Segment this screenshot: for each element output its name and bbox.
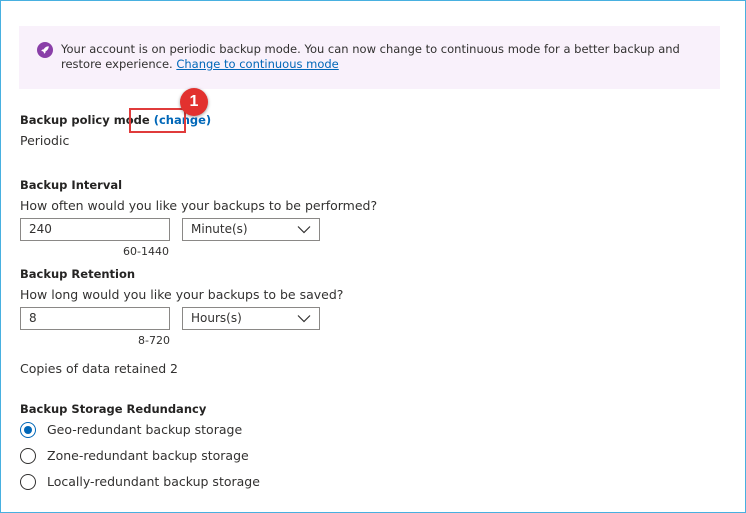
backup-interval-input[interactable]: 240	[20, 218, 170, 241]
radio-button-locally[interactable]	[20, 474, 36, 490]
backup-interval-unit-value: Minute(s)	[191, 222, 248, 236]
radio-label-zone: Zone-redundant backup storage	[47, 448, 249, 463]
backup-retention-unit-select[interactable]: Hours(s)	[182, 307, 320, 330]
backup-retention-label: Backup Retention	[20, 267, 136, 281]
callout-number-badge: 1	[180, 88, 208, 116]
radio-label-locally: Locally-redundant backup storage	[47, 474, 260, 489]
info-banner: Your account is on periodic backup mode.…	[19, 26, 720, 89]
banner-message-text: Your account is on periodic backup mode.…	[61, 42, 680, 71]
backup-retention-unit-value: Hours(s)	[191, 311, 242, 325]
backup-policy-mode-value: Periodic	[20, 133, 70, 148]
backup-storage-redundancy-label: Backup Storage Redundancy	[20, 402, 207, 416]
backup-interval-range-hint: 60-1440	[123, 245, 169, 258]
radio-button-zone[interactable]	[20, 448, 36, 464]
backup-interval-question: How often would you like your backups to…	[20, 198, 378, 213]
backup-retention-input[interactable]: 8	[20, 307, 170, 330]
radio-label-geo: Geo-redundant backup storage	[47, 422, 243, 437]
chevron-down-icon	[297, 315, 311, 323]
backup-interval-label: Backup Interval	[20, 178, 123, 192]
rocket-icon	[37, 42, 53, 58]
chevron-down-icon	[297, 226, 311, 234]
copies-retained-label: Copies of data retained	[20, 361, 167, 376]
backup-retention-range-hint: 8-720	[138, 334, 170, 347]
backup-interval-unit-select[interactable]: Minute(s)	[182, 218, 320, 241]
callout-highlight-box	[129, 108, 186, 133]
banner-message: Your account is on periodic backup mode.…	[61, 42, 711, 72]
copies-retained-value: 2	[170, 361, 178, 376]
radio-button-geo[interactable]	[20, 422, 36, 438]
backup-retention-question: How long would you like your backups to …	[20, 287, 344, 302]
change-to-continuous-link[interactable]: Change to continuous mode	[176, 57, 338, 71]
